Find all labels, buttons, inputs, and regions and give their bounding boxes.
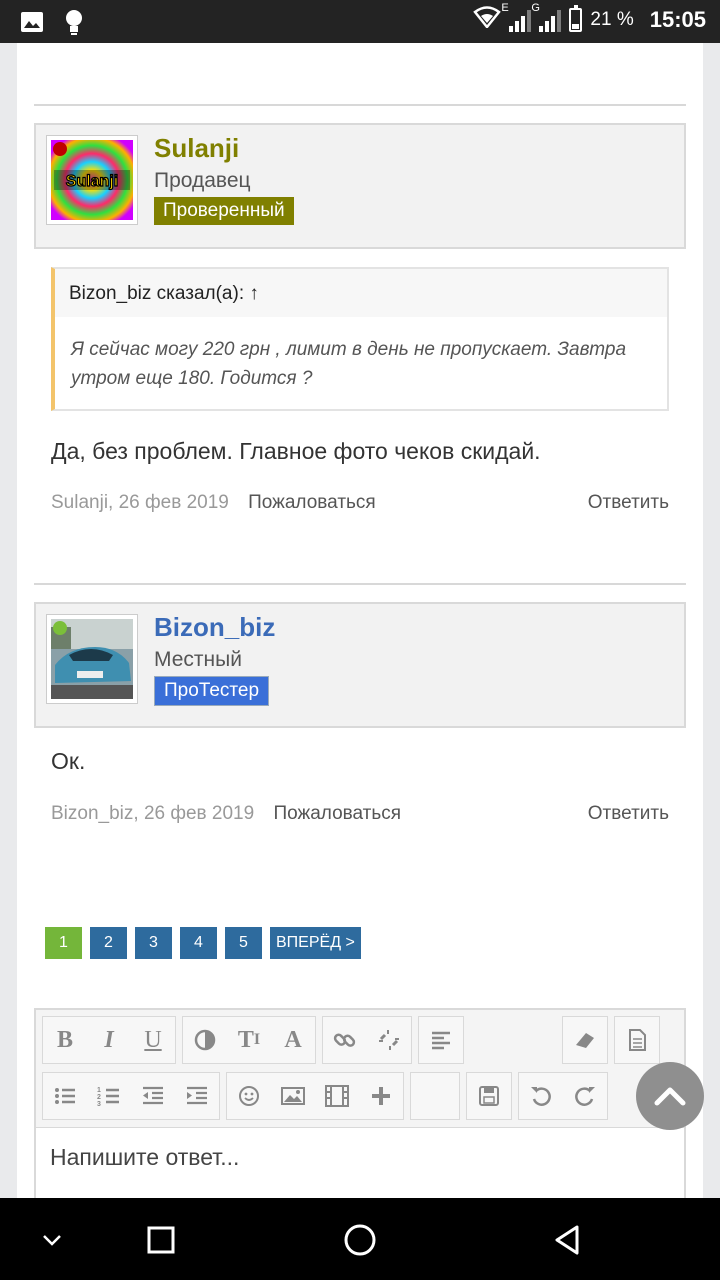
editor-toolbar-row-1: B I U TI A [42,1016,660,1064]
back-triangle-icon [555,1225,579,1255]
insert-icon[interactable] [359,1073,403,1119]
toolbar-group-clear [562,1016,608,1064]
bold-icon[interactable]: B [43,1017,87,1063]
indent-icon[interactable] [175,1073,219,1119]
status-bar: E G 21 % 15:05 [0,0,720,43]
svg-text:3: 3 [97,1101,101,1108]
redo-icon[interactable] [563,1073,607,1119]
svg-text:2: 2 [97,1094,101,1101]
undo-icon[interactable] [519,1073,563,1119]
chevron-up-icon [654,1087,686,1106]
pagination: 1 2 3 4 5 ВПЕРЁД > [45,927,361,959]
unlink-icon[interactable] [367,1017,411,1063]
italic-icon[interactable]: I [87,1017,131,1063]
lightbulb-icon [64,8,84,41]
online-status-dot [53,142,67,156]
battery-icon [569,5,583,32]
template-icon[interactable] [615,1017,659,1063]
post-meta: Bizon_biz, 26 фев 2019 Пожаловаться Отве… [51,803,669,825]
user-role: Продавец [154,169,251,192]
home-button[interactable] [338,1218,382,1262]
back-button[interactable] [546,1218,590,1262]
user-role: Местный [154,648,242,671]
toolbar-group-history [518,1072,608,1120]
quote-text: Я сейчас могу 220 грн , лимит в день не … [71,339,627,389]
page-link-3[interactable]: 3 [135,927,172,959]
reply-link[interactable]: Ответить [588,803,669,825]
scroll-to-top-button[interactable] [636,1062,704,1130]
user-info-block: Bizon_biz Местный ПроТестер [34,602,686,728]
chevron-down-icon [43,1235,61,1246]
gallery-icon [20,11,44,38]
battery-percent: 21 % [590,9,634,30]
signal-e-icon: E [501,2,532,32]
reply-input[interactable]: Напишите ответ... [36,1127,684,1198]
user-badge: Проверенный [154,197,294,225]
editor-toolbar-row-2: 123 [42,1072,608,1120]
hide-keyboard-button[interactable] [30,1218,74,1262]
post-author-date[interactable]: Sulanji, 26 фев 2019 [51,492,229,513]
quote-block: Bizon_biz сказал(а): ↑ Я сейчас могу 220… [51,267,669,411]
report-link[interactable]: Пожаловаться [273,803,401,824]
avatar[interactable]: Sulanji [46,135,138,225]
signal-g-icon: G [531,2,562,32]
avatar-text: Sulanji [66,173,118,190]
post-separator [34,583,686,585]
wifi-icon [473,6,502,34]
reply-link[interactable]: Ответить [588,492,669,514]
toolbar-group-link [322,1016,412,1064]
toolbar-group-lists: 123 [42,1072,220,1120]
post-message: Да, без проблем. Главное фото чеков скид… [51,438,541,464]
reply-editor: B I U TI A 1 2 3 Напишите ответ... [34,1008,686,1198]
recents-button[interactable] [139,1218,183,1262]
toolbar-group-save [466,1072,512,1120]
post-meta: Sulanji, 26 фев 2019 Пожаловаться Ответи… [51,492,669,514]
next-page-button[interactable]: ВПЕРЁД > [270,927,361,959]
system-navigation-bar [0,1198,720,1280]
save-icon[interactable] [467,1073,511,1119]
page-link-5[interactable]: 5 [225,927,262,959]
thread-page: Sulanji Sulanji Продавец Проверенный Biz… [17,43,703,1198]
underline-icon[interactable]: U [131,1017,175,1063]
toolbar-group-align [418,1016,464,1064]
page-link-4[interactable]: 4 [180,927,217,959]
username[interactable]: Bizon_biz [154,612,275,643]
numbered-list-icon[interactable]: 123 [87,1073,131,1119]
clock: 15:05 [649,7,706,32]
avatar[interactable] [46,614,138,704]
post-author-date[interactable]: Bizon_biz, 26 фев 2019 [51,803,254,824]
toolbar-group-empty [410,1072,460,1120]
toolbar-group-font: TI A [182,1016,316,1064]
user-info-block: Sulanji Sulanji Продавец Проверенный [34,123,686,249]
image-icon[interactable] [271,1073,315,1119]
online-status-dot [53,621,67,635]
font-icon[interactable]: A [271,1017,315,1063]
font-size-icon[interactable]: TI [227,1017,271,1063]
svg-text:1: 1 [97,1087,101,1094]
toolbar-group-template [614,1016,660,1064]
username[interactable]: Sulanji [154,133,239,164]
align-icon[interactable] [419,1017,463,1063]
media-icon[interactable] [315,1073,359,1119]
report-link[interactable]: Пожаловаться [248,492,376,513]
post-separator [34,104,686,106]
eraser-icon[interactable] [563,1017,607,1063]
link-icon[interactable] [323,1017,367,1063]
page-link-1[interactable]: 1 [45,927,82,959]
square-icon [147,1226,175,1254]
bullet-list-icon[interactable] [43,1073,87,1119]
smiley-icon[interactable] [227,1073,271,1119]
quote-header[interactable]: Bizon_biz сказал(а): ↑ [55,269,667,317]
user-badge: ПроТестер [154,676,270,706]
outdent-icon[interactable] [131,1073,175,1119]
toolbar-group-insert [226,1072,404,1120]
post-message: Ок. [51,748,86,774]
page-link-2[interactable]: 2 [90,927,127,959]
circle-icon [344,1224,376,1256]
color-icon[interactable] [183,1017,227,1063]
toolbar-group-format: B I U [42,1016,176,1064]
